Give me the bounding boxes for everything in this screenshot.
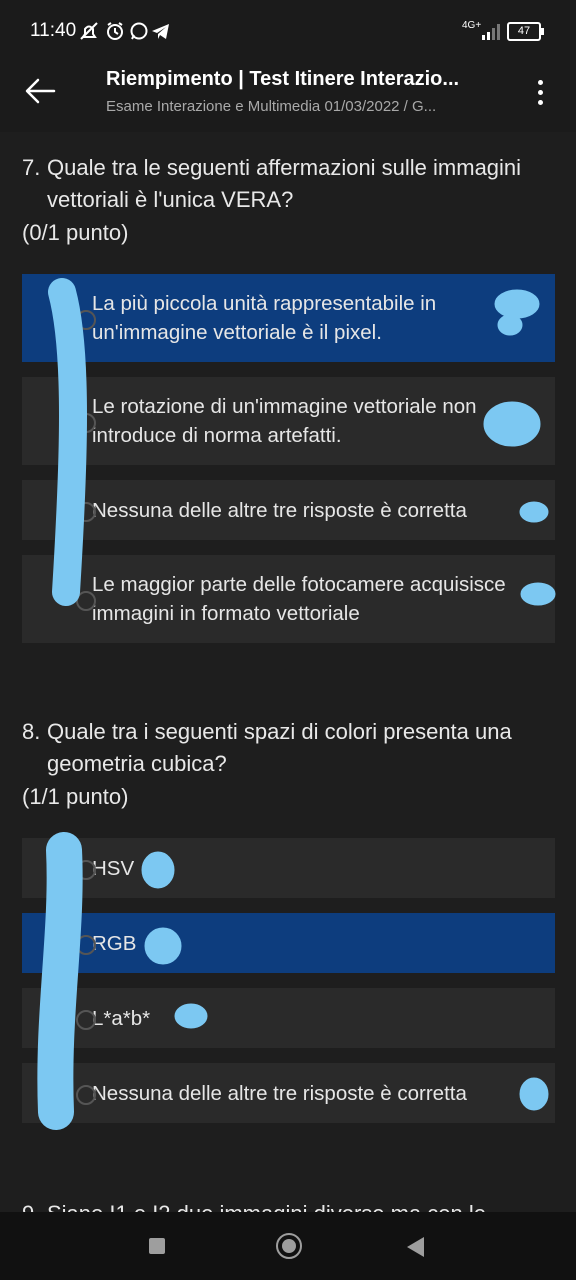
battery-icon: 47: [507, 22, 544, 41]
scribble-blob: [519, 501, 549, 523]
scribble-blob: [174, 1003, 208, 1029]
home-icon[interactable]: [276, 1233, 302, 1259]
scribble-blob: [519, 1077, 549, 1111]
telegram-icon: [152, 24, 169, 39]
scribble-blob: [483, 401, 541, 447]
page-subtitle: Esame Interazione e Multimedia 01/03/202…: [106, 98, 437, 115]
system-nav-bar: [0, 1212, 576, 1280]
nav-back-icon[interactable]: [407, 1237, 424, 1257]
scribble-stroke: [48, 278, 87, 606]
network-type: 4G+: [462, 20, 482, 31]
marker-scribbles: [37, 278, 556, 1130]
status-time: 11:40: [30, 20, 77, 41]
signal-icon: [482, 24, 502, 40]
app-bar: Riempimento | Test Itinere Interazio... …: [0, 60, 576, 132]
scribble-blob: [144, 927, 182, 965]
battery-level: 47: [517, 25, 531, 37]
scribble-stroke: [37, 832, 83, 1130]
back-arrow-icon[interactable]: [24, 74, 58, 108]
quiz-content[interactable]: 7. Quale tra le seguenti affermazioni su…: [0, 132, 576, 1212]
alarm-icon: [107, 22, 123, 40]
scribble-blob: [497, 314, 523, 336]
scribble-blob: [520, 582, 556, 606]
more-options-icon[interactable]: [526, 78, 554, 108]
status-icons: [80, 22, 169, 40]
page-title: Riempimento | Test Itinere Interazio...: [106, 68, 460, 90]
scribble-blob: [141, 851, 175, 889]
whatsapp-icon: [130, 22, 148, 40]
status-bar: 11:40 4G+ 47: [0, 0, 576, 60]
recent-apps-icon[interactable]: [149, 1238, 165, 1254]
mute-icon: [80, 22, 98, 40]
scribble-blob: [494, 289, 540, 319]
